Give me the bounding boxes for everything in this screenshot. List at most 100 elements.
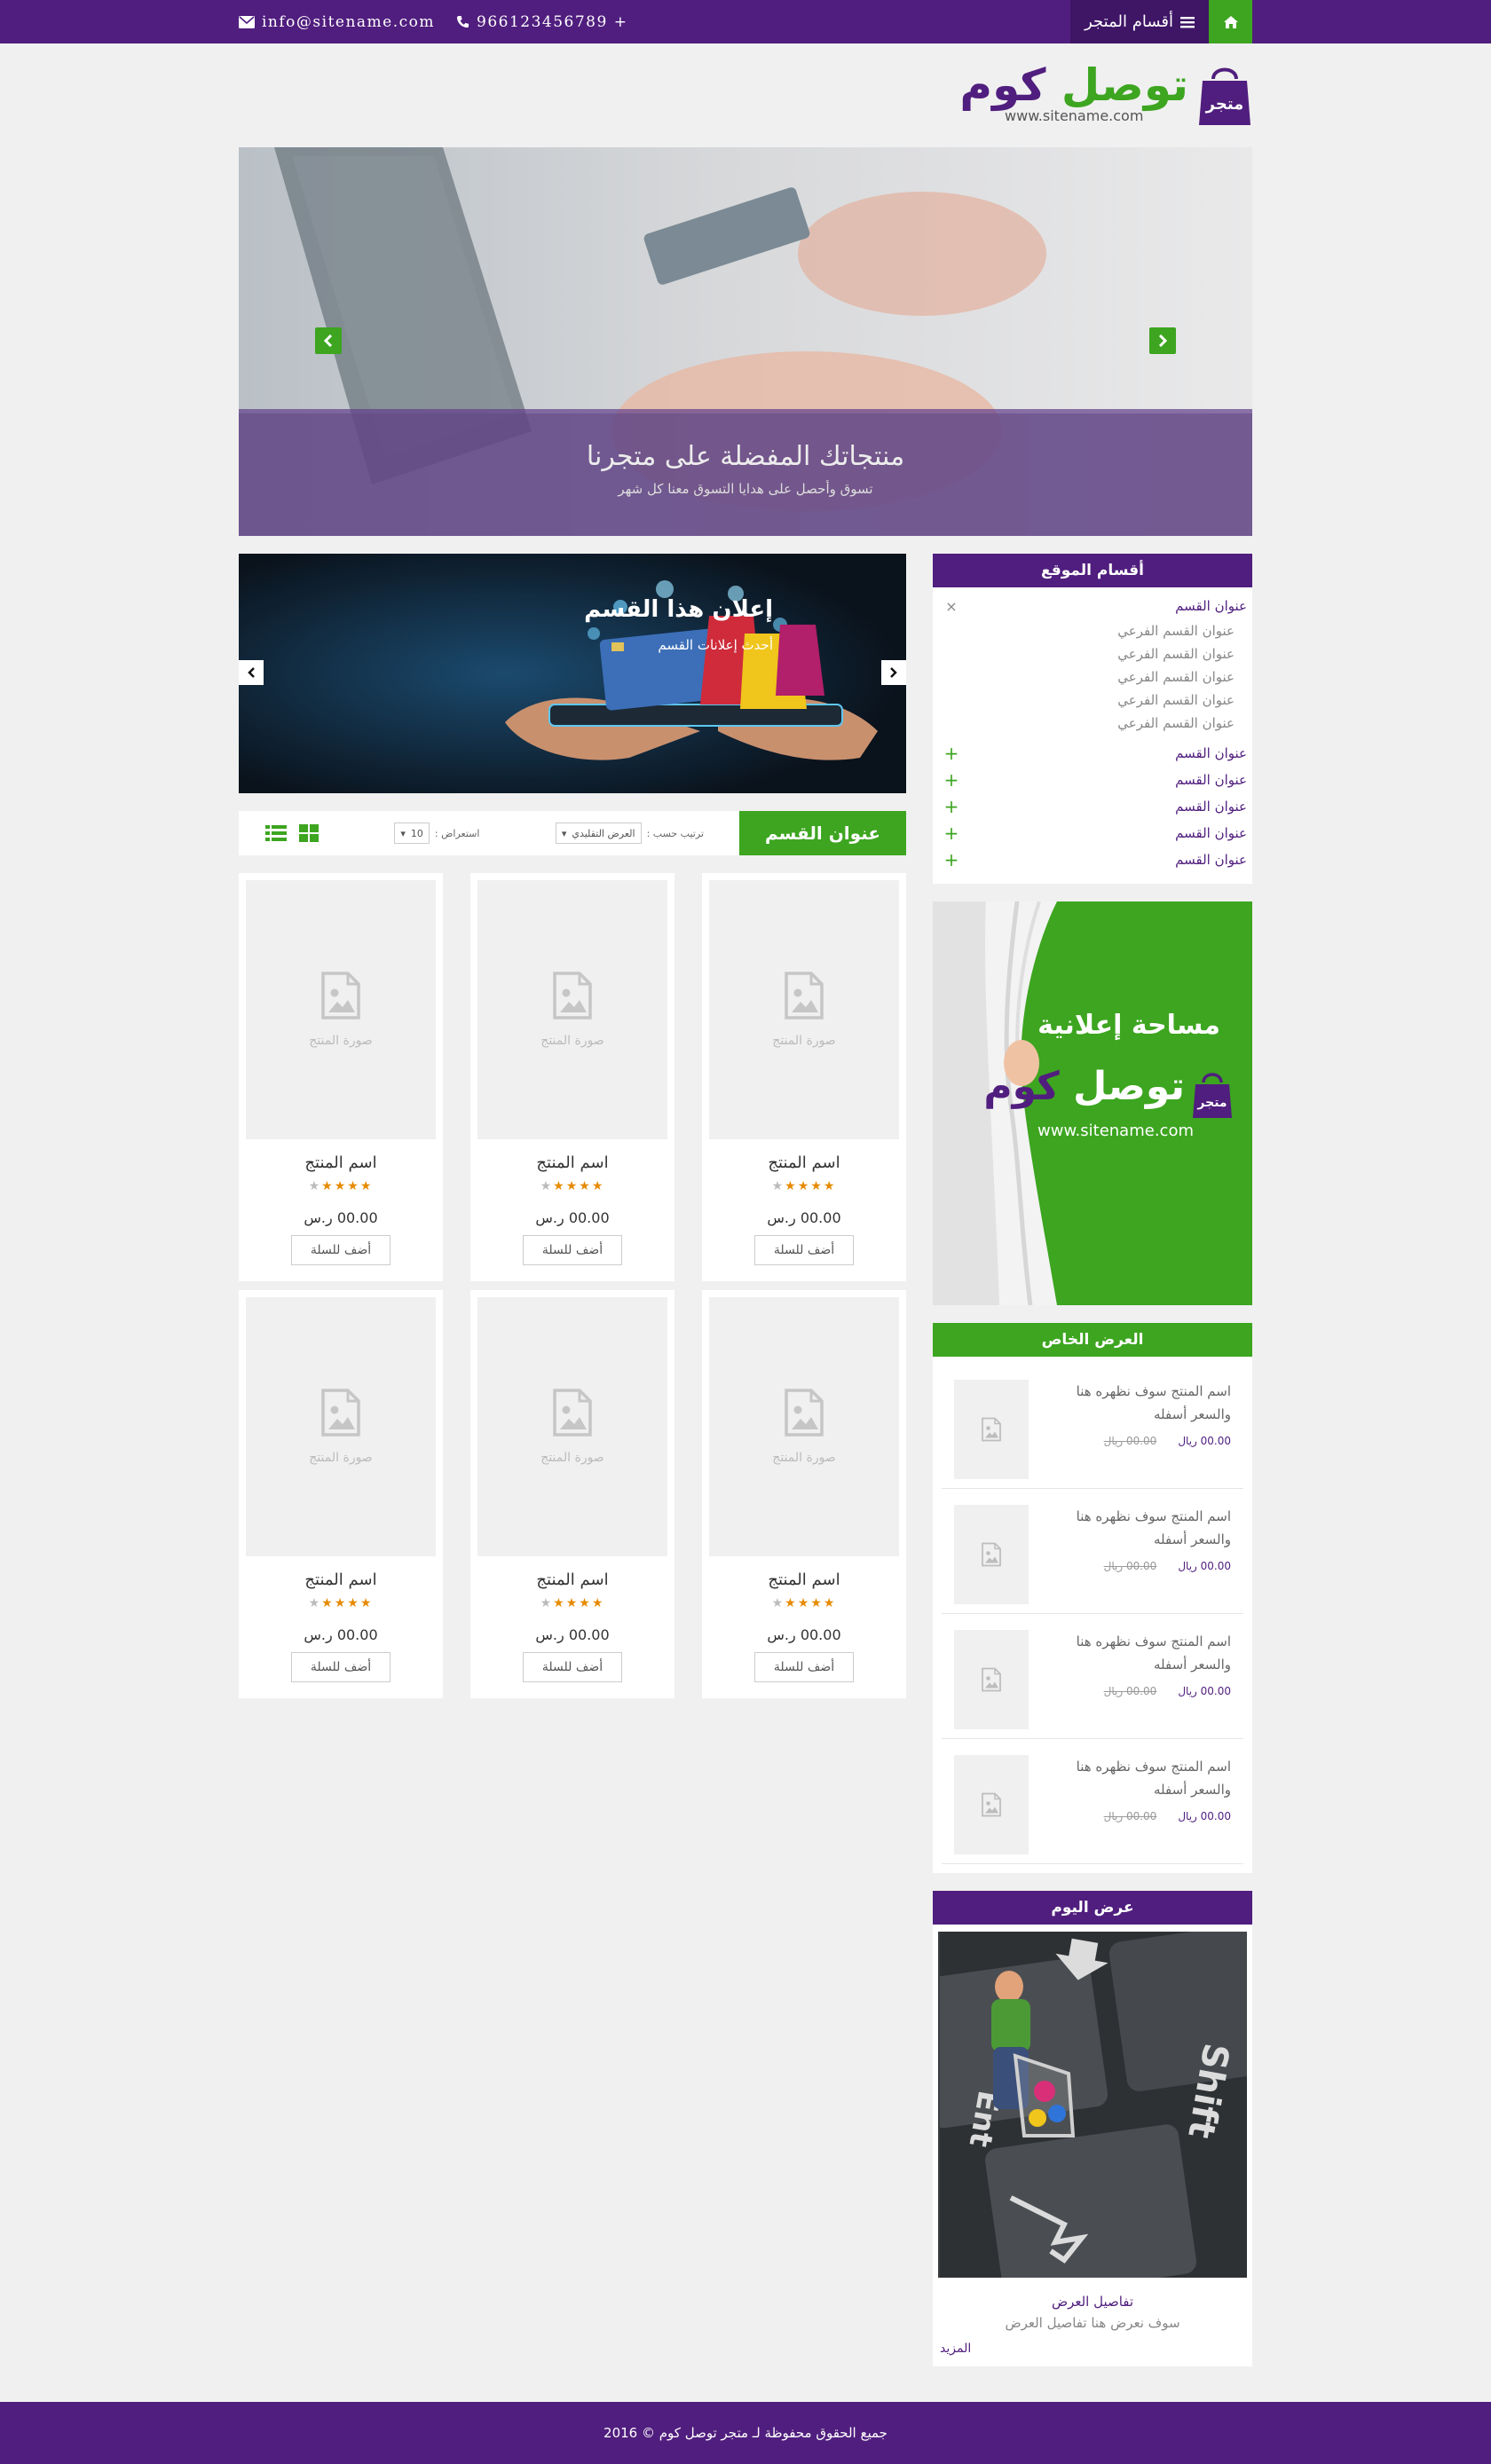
add-to-cart-button[interactable]: أضف للسلة bbox=[291, 1235, 390, 1265]
add-to-cart-button[interactable]: أضف للسلة bbox=[291, 1652, 390, 1682]
star-icon: ★ bbox=[347, 1179, 360, 1193]
plus-icon[interactable]: + bbox=[943, 823, 959, 844]
plus-icon[interactable]: + bbox=[943, 743, 959, 764]
ad-banner-logo: متجر توصل كوم bbox=[983, 1067, 1233, 1120]
star-icon: ★ bbox=[591, 1179, 605, 1193]
grid-view-button[interactable] bbox=[299, 824, 319, 842]
section-ad-image bbox=[239, 554, 906, 793]
category-label[interactable]: عنوان القسم bbox=[1175, 598, 1247, 614]
product-rating: ★★★★★ bbox=[246, 1596, 436, 1610]
subcategory-label[interactable]: عنوان القسم الفرعي bbox=[1117, 715, 1235, 731]
subcategory-label[interactable]: عنوان القسم الفرعي bbox=[1117, 623, 1235, 639]
product-image[interactable]: صورة المنتج bbox=[709, 1297, 899, 1556]
sort-select[interactable]: العرض التقليدي ▾ bbox=[555, 823, 642, 844]
subcategory-label[interactable]: عنوان القسم الفرعي bbox=[1117, 692, 1235, 708]
subcategory-item[interactable]: عنوان القسم الفرعي bbox=[933, 712, 1235, 735]
email-contact[interactable]: info@sitename.com bbox=[239, 13, 435, 31]
add-to-cart-button[interactable]: أضف للسلة bbox=[754, 1652, 854, 1682]
ad-logo-name: توصل كوم bbox=[983, 1067, 1185, 1106]
offer-item[interactable]: اسم المنتج سوف نظهره هنا والسعر أسفله 00… bbox=[942, 1489, 1243, 1614]
offer-thumbnail[interactable] bbox=[954, 1380, 1029, 1479]
image-placeholder-icon bbox=[553, 1389, 592, 1437]
category-label[interactable]: عنوان القسم bbox=[1175, 825, 1247, 841]
star-icon: ★ bbox=[565, 1596, 580, 1610]
category-item[interactable]: عنوان القسم + bbox=[933, 793, 1252, 820]
close-icon[interactable]: × bbox=[943, 598, 959, 615]
daily-deal-heading[interactable]: تفاصيل العرض bbox=[938, 2294, 1247, 2310]
product-image[interactable]: صورة المنتج bbox=[246, 880, 436, 1139]
list-view-button[interactable] bbox=[265, 824, 287, 842]
product-name[interactable]: اسم المنتج bbox=[709, 1153, 899, 1172]
product-rating: ★★★★★ bbox=[477, 1596, 667, 1610]
category-label[interactable]: عنوان القسم bbox=[1175, 852, 1247, 868]
category-label[interactable]: عنوان القسم bbox=[1175, 745, 1247, 761]
daily-deal-image[interactable]: Shift Ent bbox=[938, 1932, 1247, 2278]
logo-name: توصل كوم bbox=[959, 63, 1188, 107]
product-image[interactable]: صورة المنتج bbox=[709, 880, 899, 1139]
add-to-cart-button[interactable]: أضف للسلة bbox=[523, 1652, 622, 1682]
offer-name[interactable]: اسم المنتج سوف نظهره هنا والسعر أسفله bbox=[1046, 1630, 1231, 1676]
product-image[interactable]: صورة المنتج bbox=[477, 880, 667, 1139]
store-categories-button[interactable]: أقسام المتجر bbox=[1070, 0, 1209, 43]
product-name[interactable]: اسم المنتج bbox=[477, 1153, 667, 1172]
plus-icon[interactable]: + bbox=[943, 769, 959, 791]
subcategory-item[interactable]: عنوان القسم الفرعي bbox=[933, 665, 1235, 689]
subcategory-label[interactable]: عنوان القسم الفرعي bbox=[1117, 646, 1235, 662]
category-item[interactable]: عنوان القسم × bbox=[933, 593, 1252, 619]
subcategory-item[interactable]: عنوان القسم الفرعي bbox=[933, 619, 1235, 642]
site-logo[interactable]: متجر توصل كوم www.sitename.com bbox=[959, 59, 1252, 127]
plus-icon[interactable]: + bbox=[943, 849, 959, 870]
category-item[interactable]: عنوان القسم + bbox=[933, 846, 1252, 873]
section-ad-next-button[interactable] bbox=[881, 660, 906, 685]
image-placeholder-icon bbox=[785, 972, 824, 1019]
product-image-caption: صورة المنتج bbox=[540, 1034, 604, 1048]
add-to-cart-button[interactable]: أضف للسلة bbox=[523, 1235, 622, 1265]
category-item[interactable]: عنوان القسم + bbox=[933, 820, 1252, 846]
special-offer-title: العرض الخاص bbox=[933, 1323, 1252, 1357]
hero-prev-button[interactable] bbox=[315, 327, 342, 354]
hero-next-button[interactable] bbox=[1149, 327, 1176, 354]
product-card: صورة المنتج اسم المنتج ★★★★★ 00.00 ر.س أ… bbox=[239, 1290, 443, 1698]
plus-icon[interactable]: + bbox=[943, 796, 959, 817]
ad-banner[interactable]: مساحة إعلانية متجر توصل كوم www.sitename… bbox=[933, 901, 1252, 1305]
offer-price: 00.00 ريال 00.00 ريال bbox=[1046, 1805, 1231, 1828]
caret-down-icon: ▾ bbox=[561, 827, 567, 839]
category-label[interactable]: عنوان القسم bbox=[1175, 772, 1247, 788]
subcategory-item[interactable]: عنوان القسم الفرعي bbox=[933, 642, 1235, 665]
product-name[interactable]: اسم المنتج bbox=[246, 1153, 436, 1172]
category-item[interactable]: عنوان القسم + bbox=[933, 740, 1252, 767]
daily-deal-more-link[interactable]: المزيد bbox=[938, 2342, 1247, 2356]
chevron-left-icon bbox=[248, 667, 255, 678]
offer-item[interactable]: اسم المنتج سوف نظهره هنا والسعر أسفله 00… bbox=[942, 1739, 1243, 1864]
offer-thumbnail[interactable] bbox=[954, 1630, 1029, 1729]
category-label[interactable]: عنوان القسم bbox=[1175, 799, 1247, 815]
offer-name[interactable]: اسم المنتج سوف نظهره هنا والسعر أسفله bbox=[1046, 1755, 1231, 1801]
offer-name[interactable]: اسم المنتج سوف نظهره هنا والسعر أسفله bbox=[1046, 1505, 1231, 1551]
product-name[interactable]: اسم المنتج bbox=[477, 1571, 667, 1589]
category-item[interactable]: عنوان القسم + bbox=[933, 767, 1252, 793]
daily-deal-box: عرض اليوم Shift Ent تفاصيل العرض سوف نعر… bbox=[933, 1891, 1252, 2366]
phone-contact[interactable]: 966123456789 + bbox=[456, 13, 627, 31]
offer-name[interactable]: اسم المنتج سوف نظهره هنا والسعر أسفله bbox=[1046, 1380, 1231, 1426]
product-card: صورة المنتج اسم المنتج ★★★★★ 00.00 ر.س أ… bbox=[239, 873, 443, 1281]
product-name[interactable]: اسم المنتج bbox=[246, 1571, 436, 1589]
add-to-cart-button[interactable]: أضف للسلة bbox=[754, 1235, 854, 1265]
offer-info: اسم المنتج سوف نظهره هنا والسعر أسفله 00… bbox=[1046, 1380, 1231, 1479]
star-icon: ★ bbox=[553, 1596, 566, 1610]
subcategory-item[interactable]: عنوان القسم الفرعي bbox=[933, 689, 1235, 712]
product-image[interactable]: صورة المنتج bbox=[246, 1297, 436, 1556]
offer-thumbnail[interactable] bbox=[954, 1755, 1029, 1854]
home-button[interactable] bbox=[1209, 0, 1252, 43]
offer-new-price: 00.00 ريال bbox=[1178, 1810, 1231, 1822]
offer-item[interactable]: اسم المنتج سوف نظهره هنا والسعر أسفله 00… bbox=[942, 1364, 1243, 1489]
product-image[interactable]: صورة المنتج bbox=[477, 1297, 667, 1556]
offer-item[interactable]: اسم المنتج سوف نظهره هنا والسعر أسفله 00… bbox=[942, 1614, 1243, 1739]
subcategory-label[interactable]: عنوان القسم الفرعي bbox=[1117, 669, 1235, 685]
offer-old-price: 00.00 ريال bbox=[1103, 1685, 1157, 1697]
star-icon: ★ bbox=[347, 1596, 360, 1610]
offer-thumbnail[interactable] bbox=[954, 1505, 1029, 1604]
section-ad-prev-button[interactable] bbox=[239, 660, 264, 685]
star-icon: ★ bbox=[579, 1596, 592, 1610]
show-select[interactable]: 10 ▾ bbox=[394, 823, 430, 844]
product-name[interactable]: اسم المنتج bbox=[709, 1571, 899, 1589]
